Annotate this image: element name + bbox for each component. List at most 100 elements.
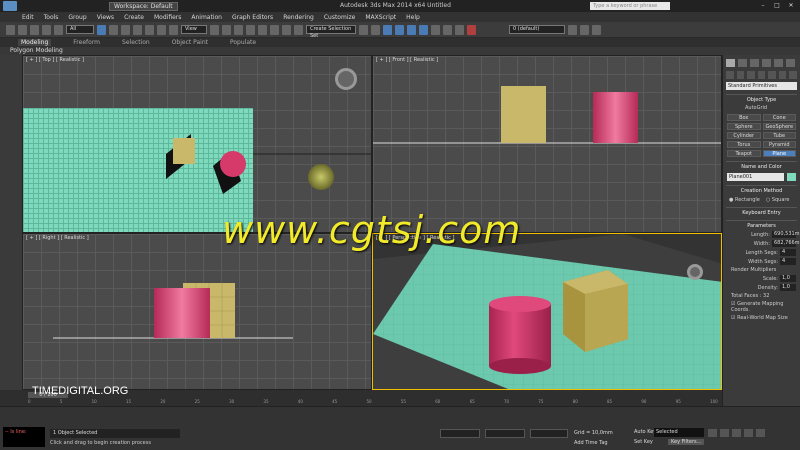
menu-tools[interactable]: Tools	[44, 14, 59, 21]
angle-snap-icon[interactable]	[258, 24, 267, 35]
bind-spacewarp-icon[interactable]	[54, 24, 63, 35]
keyboard-shortcut-icon[interactable]	[234, 24, 243, 35]
cylinder-button[interactable]: Cylinder	[727, 132, 761, 139]
undo-icon[interactable]	[6, 24, 15, 35]
layer-dropdown[interactable]: 0 (default)	[509, 25, 565, 34]
viewport-perspective[interactable]: [ + ] [ Perspective ] [ Realistic ]	[372, 233, 722, 390]
z-coord-field[interactable]	[530, 429, 568, 438]
length-spinner[interactable]: 690,531m	[772, 231, 800, 238]
snaps-toggle-icon[interactable]	[246, 24, 255, 35]
key-set-dropdown[interactable]: Selected	[654, 428, 704, 437]
menu-group[interactable]: Group	[68, 14, 86, 21]
named-selection-dropdown[interactable]: Create Selection Set	[306, 25, 356, 39]
x-coord-field[interactable]	[440, 429, 480, 438]
rollout-creation-method[interactable]: Creation Method	[726, 185, 797, 194]
search-input[interactable]: Type a keyword or phrase	[590, 2, 670, 10]
prev-frame-icon[interactable]	[720, 429, 729, 437]
menu-maxscript[interactable]: MAXScript	[365, 14, 396, 21]
sphere-button[interactable]: Sphere	[727, 123, 761, 130]
spinner-snap-icon[interactable]	[282, 24, 291, 35]
align-icon[interactable]	[371, 24, 380, 35]
viewport-label-top[interactable]: [ + ] [ Top ] [ Realistic ]	[26, 57, 84, 63]
scale-icon[interactable]	[169, 24, 178, 35]
layer-add-icon[interactable]	[568, 24, 577, 35]
menu-create[interactable]: Create	[124, 14, 144, 21]
rotate-icon[interactable]	[157, 24, 166, 35]
rectangle-radio[interactable]: ● Rectangle	[729, 197, 760, 203]
curve-editor-icon[interactable]	[407, 24, 416, 35]
mirror-icon[interactable]	[359, 24, 368, 35]
length-segs-spinner[interactable]: 4	[780, 249, 796, 256]
maxscript-listener[interactable]: -- Is line:	[3, 427, 45, 447]
rect-selection-icon[interactable]	[121, 24, 130, 35]
motion-tab-icon[interactable]	[762, 59, 771, 67]
selection-filter-dropdown[interactable]: All	[66, 25, 94, 34]
real-world-map-checkbox[interactable]: ☑ Real-World Map Size	[731, 315, 792, 321]
rollout-object-type[interactable]: Object Type	[726, 94, 797, 103]
render-icon[interactable]	[467, 24, 476, 35]
geometry-icon[interactable]	[726, 71, 734, 79]
maximize-icon[interactable]: □	[772, 1, 782, 10]
play-icon[interactable]	[732, 429, 741, 437]
graphite-toggle-icon[interactable]	[395, 24, 404, 35]
ref-coord-dropdown[interactable]: View	[181, 25, 207, 34]
width-segs-spinner[interactable]: 4	[780, 258, 796, 265]
edit-named-sets-icon[interactable]	[294, 24, 303, 35]
pivot-center-icon[interactable]	[210, 24, 219, 35]
menu-graph-editors[interactable]: Graph Editors	[232, 14, 273, 21]
viewcube-icon[interactable]	[687, 264, 703, 280]
minimize-icon[interactable]: –	[758, 1, 768, 10]
layer-new-icon[interactable]	[592, 24, 601, 35]
select-manipulate-icon[interactable]	[222, 24, 231, 35]
timeline-ruler[interactable]: 0 5 10 15 20 25 30 35 40 45 50 55 60 65 70 75 80 85 90 95 10…	[28, 399, 718, 405]
menu-edit[interactable]: Edit	[22, 14, 34, 21]
window-crossing-icon[interactable]	[133, 24, 142, 35]
display-tab-icon[interactable]	[774, 59, 783, 67]
ribbon-panel-label[interactable]: Polygon Modeling	[0, 47, 800, 55]
create-tab-icon[interactable]	[726, 59, 735, 67]
set-key-button[interactable]: Set Key	[634, 439, 653, 445]
rendered-frame-icon[interactable]	[455, 24, 464, 35]
cylinder-object[interactable]	[489, 304, 551, 366]
cylinder-object[interactable]	[154, 288, 210, 338]
goto-start-icon[interactable]	[708, 429, 717, 437]
redo-icon[interactable]	[18, 24, 27, 35]
hierarchy-tab-icon[interactable]	[750, 59, 759, 67]
menu-animation[interactable]: Animation	[191, 14, 222, 21]
box-object[interactable]	[173, 138, 195, 164]
close-icon[interactable]: ✕	[786, 1, 796, 10]
link-icon[interactable]	[30, 24, 39, 35]
menu-rendering[interactable]: Rendering	[283, 14, 314, 21]
cone-button[interactable]: Cone	[762, 114, 796, 121]
layer-manager-icon[interactable]	[383, 24, 392, 35]
torus-button[interactable]: Torus	[727, 141, 761, 148]
schematic-view-icon[interactable]	[419, 24, 428, 35]
viewcube-icon[interactable]	[335, 68, 357, 90]
shapes-icon[interactable]	[736, 71, 745, 79]
systems-icon[interactable]	[789, 71, 798, 79]
select-object-icon[interactable]	[97, 24, 106, 35]
layer-select-icon[interactable]	[580, 24, 589, 35]
render-setup-icon[interactable]	[443, 24, 452, 35]
menu-customize[interactable]: Customize	[324, 14, 356, 21]
density-spinner[interactable]: 1,0	[780, 284, 796, 291]
menu-help[interactable]: Help	[406, 14, 420, 21]
app-logo-icon[interactable]	[3, 1, 17, 11]
menu-views[interactable]: Views	[97, 14, 114, 21]
key-filters-button[interactable]: Key Filters...	[668, 439, 705, 445]
helpers-icon[interactable]	[768, 71, 776, 79]
object-name-field[interactable]: Plane001	[727, 173, 784, 181]
tab-object-paint[interactable]: Object Paint	[172, 39, 208, 46]
modify-tab-icon[interactable]	[738, 59, 747, 67]
y-coord-field[interactable]	[485, 429, 525, 438]
tab-selection[interactable]: Selection	[122, 39, 150, 46]
box-button[interactable]: Box	[727, 114, 761, 121]
select-by-name-icon[interactable]	[109, 24, 118, 35]
plane-button[interactable]: Plane	[762, 150, 796, 157]
next-frame-icon[interactable]	[744, 429, 753, 437]
rollout-keyboard-entry[interactable]: Keyboard Entry	[726, 207, 797, 216]
generate-mapping-checkbox[interactable]: ☑ Generate Mapping Coords.	[731, 301, 792, 313]
autogrid-checkbox[interactable]: AutoGrid	[745, 105, 778, 111]
cylinder-object[interactable]	[220, 151, 246, 177]
tab-freeform[interactable]: Freeform	[73, 39, 100, 46]
